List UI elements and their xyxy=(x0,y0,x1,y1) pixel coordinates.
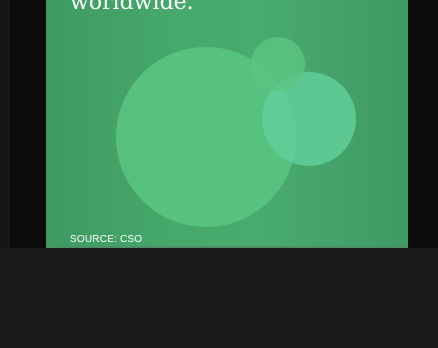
slide-source: SOURCE: CSO xyxy=(70,234,143,245)
page: worldwide. SOURCE: CSO ▫ xyxy=(0,0,438,348)
player-area[interactable] xyxy=(0,248,438,348)
slide-headline: worldwide. xyxy=(70,0,194,15)
slide[interactable]: worldwide. SOURCE: CSO xyxy=(46,0,408,248)
media-frame[interactable]: worldwide. SOURCE: CSO xyxy=(0,0,438,248)
bubble-small xyxy=(251,37,305,91)
media-left-rail xyxy=(0,0,10,248)
